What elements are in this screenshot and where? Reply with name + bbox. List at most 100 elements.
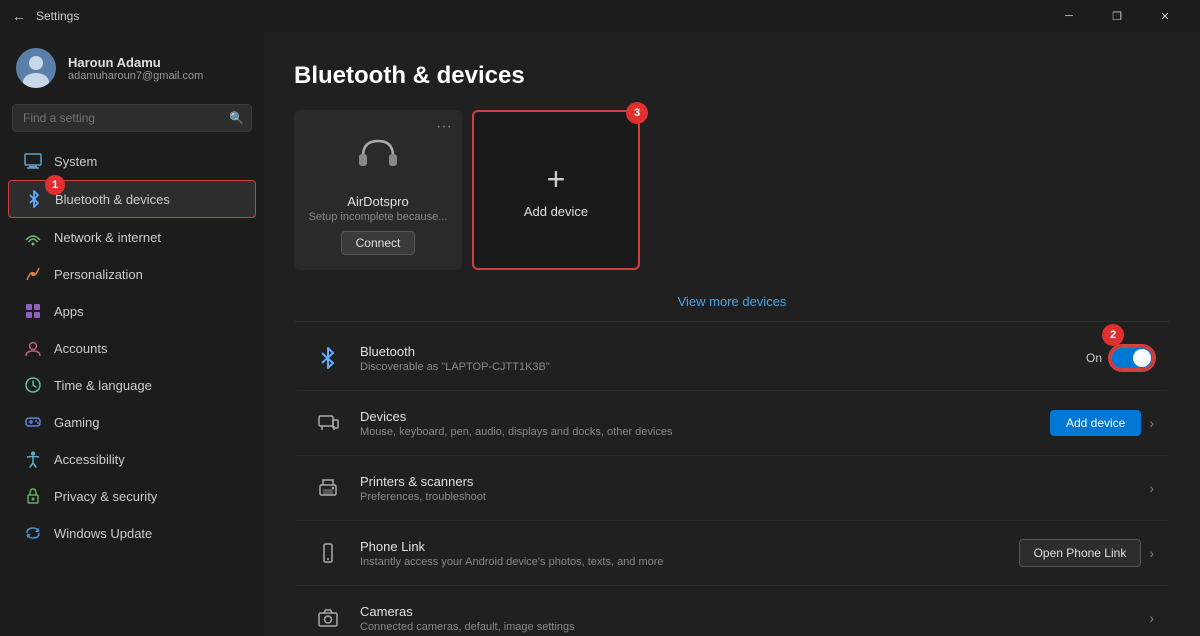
- minimize-button[interactable]: ─: [1046, 0, 1092, 32]
- nav-list: System 1 Bluetooth & devices: [0, 142, 264, 552]
- more-options-button[interactable]: ···: [436, 118, 452, 136]
- search-input[interactable]: [12, 104, 252, 132]
- cameras-row-text: Cameras Connected cameras, default, imag…: [360, 604, 1149, 633]
- add-device-row-button[interactable]: Add device: [1050, 410, 1141, 436]
- sidebar-item-label: Personalization: [54, 267, 143, 282]
- devices-subtitle: Mouse, keyboard, pen, audio, displays an…: [360, 426, 1050, 438]
- user-profile[interactable]: Haroun Adamu adamuharoun7@gmail.com: [0, 32, 264, 100]
- network-icon: [24, 228, 42, 246]
- settings-row-devices[interactable]: Devices Mouse, keyboard, pen, audio, dis…: [294, 391, 1170, 456]
- open-phone-link-button[interactable]: Open Phone Link: [1019, 539, 1142, 567]
- badge-1: 1: [45, 175, 65, 195]
- time-icon: [24, 376, 42, 394]
- device-name: AirDotspro: [347, 194, 408, 209]
- content-area: Bluetooth & devices ··· AirDotspro Setup…: [264, 32, 1200, 636]
- add-plus-icon: +: [547, 161, 566, 198]
- settings-row-phonelink[interactable]: Phone Link Instantly access your Android…: [294, 521, 1170, 586]
- settings-row-bluetooth[interactable]: Bluetooth Discoverable as "LAPTOP-CJTT1K…: [294, 326, 1170, 391]
- sidebar-item-personalization[interactable]: Personalization: [8, 256, 256, 292]
- headphone-icon: [353, 126, 403, 186]
- add-device-label: Add device: [524, 204, 588, 219]
- avatar: [16, 48, 56, 88]
- toggle-on-label: On: [1086, 351, 1102, 365]
- bluetooth-toggle[interactable]: [1110, 346, 1154, 370]
- printers-icon: [310, 470, 346, 506]
- sidebar-item-label: Accounts: [54, 341, 107, 356]
- printers-row-text: Printers & scanners Preferences, trouble…: [360, 474, 1149, 503]
- cameras-title: Cameras: [360, 604, 1149, 619]
- device-card-airdotspro[interactable]: ··· AirDotspro Setup incomplete because.…: [294, 110, 462, 270]
- search-box: 🔍: [12, 104, 252, 132]
- close-button[interactable]: ✕: [1142, 0, 1188, 32]
- sidebar-item-label: Gaming: [54, 415, 100, 430]
- sidebar-item-label: Accessibility: [54, 452, 125, 467]
- phone-icon: [310, 535, 346, 571]
- app-title: Settings: [36, 9, 79, 23]
- sidebar-item-time[interactable]: Time & language: [8, 367, 256, 403]
- chevron-icon: ›: [1149, 480, 1154, 496]
- app-body: Haroun Adamu adamuharoun7@gmail.com 🔍 Sy…: [0, 32, 1200, 636]
- printers-title: Printers & scanners: [360, 474, 1149, 489]
- cameras-subtitle: Connected cameras, default, image settin…: [360, 621, 1149, 633]
- system-icon: [24, 152, 42, 170]
- sidebar-item-system[interactable]: System: [8, 143, 256, 179]
- printers-subtitle: Preferences, troubleshoot: [360, 491, 1149, 503]
- devices-row-icon: [310, 405, 346, 441]
- chevron-icon: ›: [1149, 545, 1154, 561]
- add-device-card[interactable]: 3 + Add device: [472, 110, 640, 270]
- sidebar-item-accounts[interactable]: Accounts: [8, 330, 256, 366]
- sidebar-item-label: Bluetooth & devices: [55, 192, 170, 207]
- badge-2-wrap: 2: [1110, 346, 1154, 370]
- gaming-icon: [24, 413, 42, 431]
- phonelink-title: Phone Link: [360, 539, 1019, 554]
- cameras-action: ›: [1149, 610, 1154, 626]
- sidebar-item-apps[interactable]: Apps: [8, 293, 256, 329]
- settings-row-printers[interactable]: Printers & scanners Preferences, trouble…: [294, 456, 1170, 521]
- sidebar-item-network[interactable]: Network & internet: [8, 219, 256, 255]
- devices-row: ··· AirDotspro Setup incomplete because.…: [294, 110, 1170, 270]
- back-button[interactable]: ←: [12, 8, 26, 24]
- sidebar-item-privacy[interactable]: Privacy & security: [8, 478, 256, 514]
- phonelink-subtitle: Instantly access your Android device's p…: [360, 556, 1019, 568]
- search-icon: 🔍: [229, 111, 244, 125]
- camera-icon: [310, 600, 346, 636]
- accessibility-icon: [24, 450, 42, 468]
- personalization-icon: [24, 265, 42, 283]
- devices-title: Devices: [360, 409, 1050, 424]
- bluetooth-title: Bluetooth: [360, 344, 1086, 359]
- bluetooth-toggle-wrap: On 2: [1086, 346, 1154, 370]
- user-name: Haroun Adamu: [68, 55, 203, 70]
- sidebar-item-gaming[interactable]: Gaming: [8, 404, 256, 440]
- user-email: adamuharoun7@gmail.com: [68, 70, 203, 82]
- titlebar-left: ← Settings: [12, 8, 79, 24]
- chevron-icon: ›: [1149, 610, 1154, 626]
- device-status: Setup incomplete because...: [309, 211, 448, 223]
- apps-icon: [24, 302, 42, 320]
- sidebar: Haroun Adamu adamuharoun7@gmail.com 🔍 Sy…: [0, 32, 264, 636]
- bluetooth-row-text: Bluetooth Discoverable as "LAPTOP-CJTT1K…: [360, 344, 1086, 373]
- sidebar-item-label: Windows Update: [54, 526, 152, 541]
- bluetooth-subtitle: Discoverable as "LAPTOP-CJTT1K3B": [360, 361, 1086, 373]
- sidebar-item-label: Apps: [54, 304, 84, 319]
- bluetooth-icon: [25, 190, 43, 208]
- sidebar-item-label: Time & language: [54, 378, 152, 393]
- sidebar-item-label: System: [54, 154, 97, 169]
- update-icon: [24, 524, 42, 542]
- devices-action: Add device ›: [1050, 410, 1154, 436]
- phonelink-action: Open Phone Link ›: [1019, 539, 1154, 567]
- printers-action: ›: [1149, 480, 1154, 496]
- sidebar-item-accessibility[interactable]: Accessibility: [8, 441, 256, 477]
- user-info: Haroun Adamu adamuharoun7@gmail.com: [68, 55, 203, 82]
- restore-button[interactable]: ❐: [1094, 0, 1140, 32]
- settings-row-cameras[interactable]: Cameras Connected cameras, default, imag…: [294, 586, 1170, 636]
- sidebar-item-label: Network & internet: [54, 230, 161, 245]
- sidebar-item-label: Privacy & security: [54, 489, 157, 504]
- phonelink-row-text: Phone Link Instantly access your Android…: [360, 539, 1019, 568]
- page-title: Bluetooth & devices: [294, 62, 1170, 90]
- connect-button[interactable]: Connect: [341, 231, 416, 255]
- view-more-devices[interactable]: View more devices: [294, 286, 1170, 322]
- sidebar-item-update[interactable]: Windows Update: [8, 515, 256, 551]
- sidebar-item-bluetooth[interactable]: 1 Bluetooth & devices: [8, 180, 256, 218]
- privacy-icon: [24, 487, 42, 505]
- devices-row-text: Devices Mouse, keyboard, pen, audio, dis…: [360, 409, 1050, 438]
